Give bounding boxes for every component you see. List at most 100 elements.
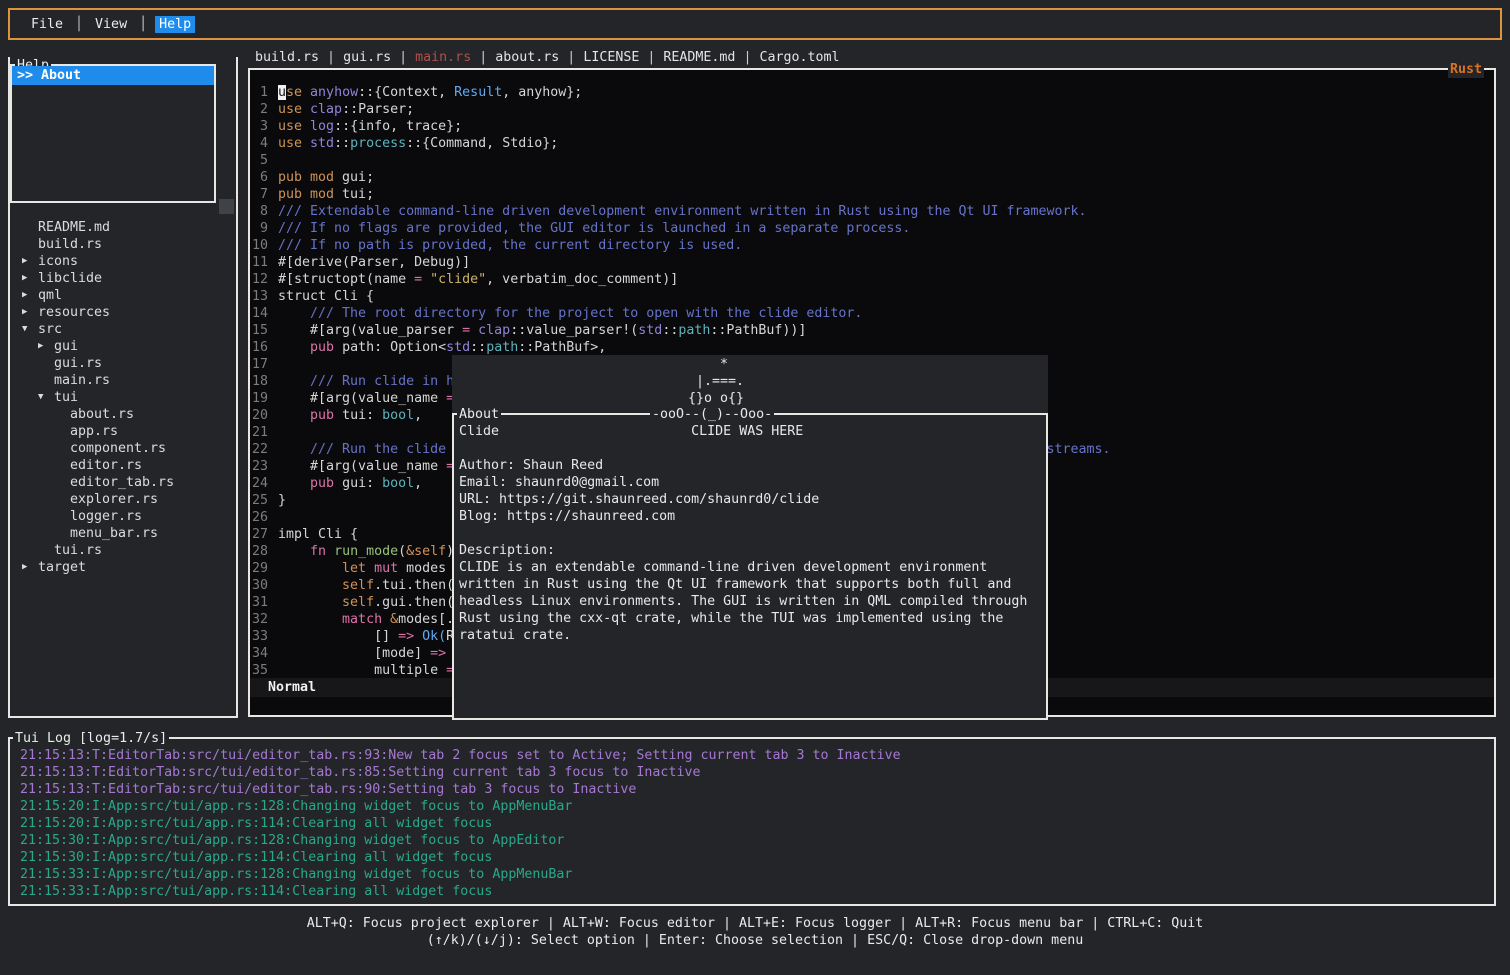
tab-cargo-toml[interactable]: Cargo.toml (759, 50, 839, 65)
line-number: 12 (252, 271, 268, 288)
tree-item-label: gui.rs (54, 355, 102, 372)
tree-item-label: explorer.rs (70, 491, 158, 508)
tree-item-editor_tab-rs[interactable]: editor_tab.rs (10, 474, 236, 491)
tree-indent (38, 542, 54, 559)
tree-indent (54, 440, 70, 457)
log-entry: 21:15:13:T:EditorTab:src/tui/editor_tab.… (20, 781, 1490, 798)
code-text: pub mod gui; (278, 169, 374, 186)
tree-item-app-rs[interactable]: app.rs (10, 423, 236, 440)
line-number: 28 (252, 543, 268, 560)
about-dialog-body: Clide CLIDE WAS HERE Author: Shaun Reed … (459, 423, 1027, 644)
tree-item-component-rs[interactable]: component.rs (10, 440, 236, 457)
tree-item-src[interactable]: ▼src (10, 321, 236, 338)
tree-item-logger-rs[interactable]: logger.rs (10, 508, 236, 525)
tab-license[interactable]: LICENSE (583, 50, 639, 65)
tree-item-label: component.rs (70, 440, 166, 457)
code-text: let mut modes (278, 560, 446, 577)
tree-item-label: libclide (38, 270, 102, 287)
code-line: 1use anyhow::{Context, Result, anyhow}; (252, 84, 1492, 101)
tree-indent (54, 508, 70, 525)
tree-item-label: target (38, 559, 86, 576)
language-badge: Rust (1448, 61, 1484, 78)
line-number: 6 (252, 169, 268, 186)
tab-gui-rs[interactable]: gui.rs (343, 50, 391, 65)
code-line: 5 (252, 152, 1492, 169)
tree-item-explorer-rs[interactable]: explorer.rs (10, 491, 236, 508)
tab-separator: | (735, 50, 759, 65)
tab-readme-md[interactable]: README.md (663, 50, 735, 65)
tree-item-target[interactable]: ▶target (10, 559, 236, 576)
tree-item-icons[interactable]: ▶icons (10, 253, 236, 270)
dropdown-scrollbar-thumb[interactable] (219, 199, 234, 214)
line-number: 35 (252, 662, 268, 679)
tree-item-main-rs[interactable]: main.rs (10, 372, 236, 389)
line-number: 15 (252, 322, 268, 339)
tab-separator: | (559, 50, 583, 65)
tree-item-tui-rs[interactable]: tui.rs (10, 542, 236, 559)
tui-log-title: Tui Log [log=1.7/s] (13, 730, 169, 747)
text-cursor: u (278, 85, 286, 100)
file-tree: README.mdbuild.rs▶icons▶libclide▶qml▶res… (10, 219, 236, 576)
tree-item-qml[interactable]: ▶qml (10, 287, 236, 304)
log-entry: 21:15:30:I:App:src/tui/app.rs:128:Changi… (20, 832, 1490, 849)
code-text: #[derive(Parser, Debug)] (278, 254, 470, 271)
keybind-help-bar: ALT+Q: Focus project explorer | ALT+W: F… (0, 915, 1510, 949)
chevron-right-icon: ▶ (22, 270, 38, 287)
tui-log-panel[interactable]: Tui Log [log=1.7/s] 21:15:13:T:EditorTab… (8, 737, 1496, 906)
tab-about-rs[interactable]: about.rs (495, 50, 559, 65)
log-entry: 21:15:13:T:EditorTab:src/tui/editor_tab.… (20, 764, 1490, 781)
tree-indent (38, 372, 54, 389)
code-line: 2use clap::Parser; (252, 101, 1492, 118)
log-entry: 21:15:33:I:App:src/tui/app.rs:128:Changi… (20, 866, 1490, 883)
tree-item-menu_bar-rs[interactable]: menu_bar.rs (10, 525, 236, 542)
chevron-right-icon: ▶ (22, 559, 38, 576)
tree-item-editor-rs[interactable]: editor.rs (10, 457, 236, 474)
about-ascii-art: * |.===. {}o o{} (688, 356, 744, 407)
code-text: #[arg(value_name = (278, 390, 454, 407)
tree-item-gui-rs[interactable]: gui.rs (10, 355, 236, 372)
menu-item-view[interactable]: View (91, 16, 131, 33)
keybind-help-line-1: ALT+Q: Focus project explorer | ALT+W: F… (0, 915, 1510, 932)
line-number: 10 (252, 237, 268, 254)
about-dialog: * |.===. {}o o{} About -ooO--(_)--Ooo- C… (452, 355, 1048, 731)
tree-item-label: qml (38, 287, 62, 304)
tree-item-label: editor.rs (70, 457, 142, 474)
menu-item-file[interactable]: File (27, 16, 67, 33)
tree-indent (54, 457, 70, 474)
tree-item-resources[interactable]: ▶resources (10, 304, 236, 321)
menu-item-help[interactable]: Help (155, 16, 195, 33)
line-number: 16 (252, 339, 268, 356)
log-entry: 21:15:20:I:App:src/tui/app.rs:128:Changi… (20, 798, 1490, 815)
code-text: multiple = (278, 662, 454, 679)
log-entry: 21:15:13:T:EditorTab:src/tui/editor_tab.… (20, 747, 1490, 764)
code-line: 4use std::process::{Command, Stdio}; (252, 135, 1492, 152)
code-text: [mode] => (278, 645, 446, 662)
code-line: 10/// If no path is provided, the curren… (252, 237, 1492, 254)
tree-item-label: gui (54, 338, 78, 355)
code-text: /// Extendable command-line driven devel… (278, 203, 1087, 220)
code-line: 12#[structopt(name = "clide", verbatim_d… (252, 271, 1492, 288)
tab-build-rs[interactable]: build.rs (255, 50, 319, 65)
tree-item-label: about.rs (70, 406, 134, 423)
chevron-right-icon: ▶ (22, 304, 38, 321)
code-line: 13struct Cli { (252, 288, 1492, 305)
tree-item-readme-md[interactable]: README.md (10, 219, 236, 236)
tree-item-tui[interactable]: ▼tui (10, 389, 236, 406)
tree-item-label: menu_bar.rs (70, 525, 158, 542)
code-line: 9/// If no flags are provided, the GUI e… (252, 220, 1492, 237)
tree-item-label: build.rs (38, 236, 102, 253)
line-number: 21 (252, 424, 268, 441)
tree-item-label: tui.rs (54, 542, 102, 559)
line-number: 26 (252, 509, 268, 526)
menu-item-about[interactable]: >> About (12, 66, 214, 85)
code-text: pub mod tui; (278, 186, 374, 203)
code-line: 7pub mod tui; (252, 186, 1492, 203)
tree-item-build-rs[interactable]: build.rs (10, 236, 236, 253)
code-text: /// If no flags are provided, the GUI ed… (278, 220, 910, 237)
tree-item-about-rs[interactable]: about.rs (10, 406, 236, 423)
code-text: [] => Ok(R (278, 628, 454, 645)
tree-item-libclide[interactable]: ▶libclide (10, 270, 236, 287)
tab-main-rs[interactable]: main.rs (415, 50, 471, 65)
tree-item-gui[interactable]: ▶gui (10, 338, 236, 355)
tree-indent (54, 525, 70, 542)
